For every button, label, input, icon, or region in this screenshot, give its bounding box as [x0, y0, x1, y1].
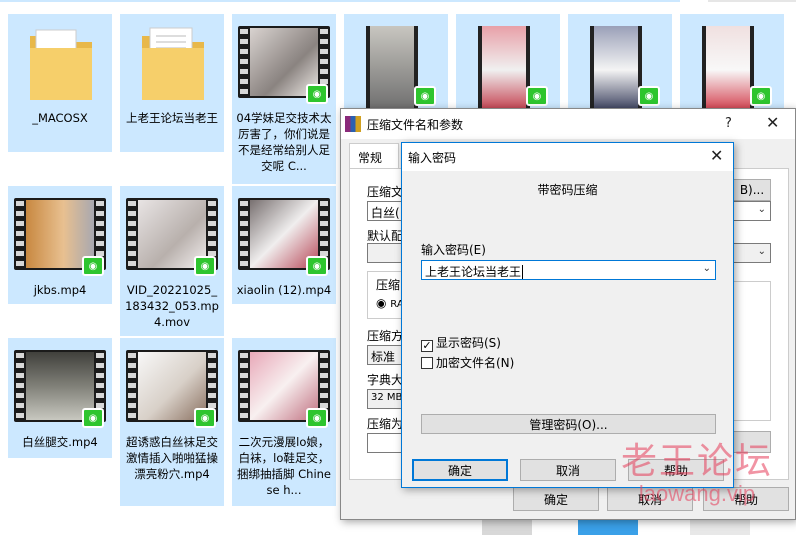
file-item-folder[interactable]: 上老王论坛当老王: [120, 14, 224, 152]
video-app-badge-icon: ◉: [750, 86, 772, 106]
file-item-xiaolin[interactable]: ◉ xiaolin (12).mp4: [232, 186, 336, 304]
manage-passwords-button[interactable]: 管理密码(O)...: [421, 414, 716, 434]
text-caret: [522, 265, 524, 279]
password-value: 上老王论坛当老王: [425, 265, 522, 279]
file-item-macosx[interactable]: _MACOSX: [8, 14, 112, 152]
password-dialog: 输入密码 ✕ 带密码压缩 输入密码(E) 上老王论坛当老王 ⌄ ✓ 显示密码(S)…: [401, 142, 734, 488]
chevron-down-icon: ⌄: [757, 246, 766, 257]
video-app-badge-icon: ◉: [82, 256, 104, 276]
checkbox-unchecked-icon: [421, 357, 433, 369]
default-profile-label: 默认配: [367, 229, 404, 243]
file-item-video-hidden-3[interactable]: ◉: [568, 14, 672, 114]
browse-button[interactable]: B)...: [733, 179, 771, 201]
file-item-video-hidden-5[interactable]: [482, 520, 532, 535]
update-mode-dropdown-tail[interactable]: ⌄: [733, 243, 771, 263]
password-dialog-heading: 带密码压缩: [537, 183, 598, 197]
video-thumbnail: [478, 26, 530, 114]
file-name: xiaolin (12).mp4: [236, 283, 332, 297]
encrypt-names-label: 加密文件名(N): [436, 356, 515, 370]
video-app-badge-icon: ◉: [194, 256, 216, 276]
method-label: 压缩方: [367, 329, 404, 343]
close-icon[interactable]: ✕: [710, 146, 723, 165]
file-name: 04学妹足交技术太厉害了，你们说是不是经常给别人足交呢 C...: [236, 111, 332, 173]
folder-icon: [30, 29, 92, 100]
top-edge-strip-right: [708, 0, 796, 2]
video-app-badge-icon: ◉: [306, 408, 328, 428]
password-label: 输入密码(E): [421, 243, 486, 257]
folder-icon: [142, 27, 204, 100]
file-name: 上老王论坛当老王: [126, 111, 218, 125]
file-item-erciyuan[interactable]: ◉ 二次元漫展lo娘，白袜，lo鞋足交，捆绑抽插脚 Chinese h...: [232, 338, 336, 506]
file-item-video-hidden-4[interactable]: ◉: [680, 14, 784, 114]
video-app-badge-icon: ◉: [306, 256, 328, 276]
file-item-chaoyouhuo[interactable]: ◉ 超诱惑白丝袜足交 激情插入啪啪猛操漂亮粉穴.mp4: [120, 338, 224, 506]
password-dialog-titlebar: 输入密码 ✕: [402, 143, 733, 171]
password-dialog-title: 输入密码: [408, 151, 457, 165]
file-item-video-hidden-6[interactable]: [578, 520, 638, 535]
password-cancel-button[interactable]: 取消: [520, 459, 616, 481]
chevron-down-icon[interactable]: ⌄: [703, 263, 711, 274]
archive-dialog-title: 压缩文件名和参数: [367, 118, 464, 132]
help-icon[interactable]: ?: [725, 116, 732, 131]
top-edge-strip: [0, 0, 680, 2]
video-app-badge-icon: ◉: [194, 408, 216, 428]
video-app-badge-icon: ◉: [82, 408, 104, 428]
archive-ok-button[interactable]: 确定: [513, 487, 599, 511]
video-app-badge-icon: ◉: [414, 86, 436, 106]
chevron-down-icon: ⌄: [757, 204, 766, 215]
file-item-vid-20221025[interactable]: ◉ VID_20221025_183432_053.mp4.mov: [120, 186, 224, 336]
file-name: jkbs.mp4: [33, 283, 87, 297]
file-name: 二次元漫展lo娘，白袜，lo鞋足交，捆绑抽插脚 Chinese h...: [236, 435, 332, 497]
watermark-line-1: 老王论坛: [620, 440, 773, 481]
winrar-icon: [345, 116, 361, 132]
watermark: 老王论坛 laowang.vip: [612, 440, 782, 506]
archive-name-dropdown-tail[interactable]: ⌄: [733, 201, 771, 221]
tab-general-label: 常规: [358, 151, 383, 165]
file-item-jkbs[interactable]: ◉ jkbs.mp4: [8, 186, 112, 304]
password-input[interactable]: 上老王论坛当老王 ⌄: [421, 260, 716, 280]
tab-general[interactable]: 常规: [349, 143, 399, 169]
show-password-checkbox[interactable]: ✓ 显示密码(S): [421, 334, 501, 352]
video-thumbnail: [366, 26, 418, 114]
video-app-badge-icon: ◉: [306, 84, 328, 104]
file-item-video-hidden-1[interactable]: ◉: [344, 14, 448, 114]
archive-name-label: 压缩文: [367, 185, 404, 199]
file-item-baisi[interactable]: ◉ 白丝腿交.mp4: [8, 338, 112, 458]
dict-label: 字典大: [367, 373, 404, 387]
file-item-video-hidden-2[interactable]: ◉: [456, 14, 560, 114]
file-name: 超诱惑白丝袜足交 激情插入啪啪猛操漂亮粉穴.mp4: [126, 435, 218, 481]
split-label: 压缩为: [367, 417, 404, 431]
file-name: VID_20221025_183432_053.mp4.mov: [125, 283, 219, 329]
file-name: 白丝腿交.mp4: [22, 435, 98, 449]
show-password-label: 显示密码(S): [436, 336, 501, 350]
options-panel: [733, 281, 771, 421]
format-group-label: 压缩: [376, 278, 401, 292]
encrypt-names-checkbox[interactable]: 加密文件名(N): [421, 354, 514, 371]
video-thumbnail: [702, 26, 754, 114]
video-app-badge-icon: ◉: [638, 86, 660, 106]
close-icon[interactable]: ✕: [766, 113, 779, 132]
password-ok-button[interactable]: 确定: [412, 459, 508, 481]
checkbox-checked-icon: ✓: [421, 339, 433, 352]
file-item-video-hidden-7[interactable]: [690, 520, 750, 535]
video-app-badge-icon: ◉: [526, 86, 548, 106]
video-thumbnail: [590, 26, 642, 114]
file-name: _MACOSX: [32, 111, 88, 125]
archive-dialog-titlebar: 压缩文件名和参数 ? ✕: [341, 109, 795, 139]
radio-rar[interactable]: ◉ RA: [376, 296, 404, 310]
file-item-video-04[interactable]: ◉ 04学妹足交技术太厉害了，你们说是不是经常给别人足交呢 C...: [232, 14, 336, 184]
watermark-line-2: laowang.vip: [638, 481, 756, 506]
